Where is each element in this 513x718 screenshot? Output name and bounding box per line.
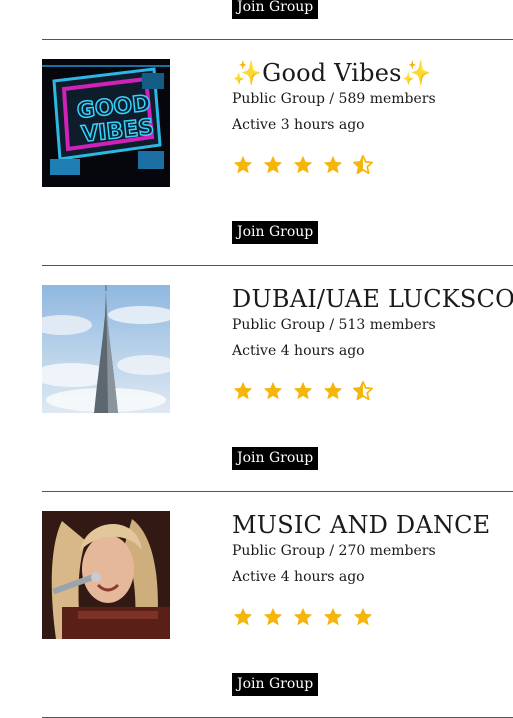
star-full-icon — [323, 381, 343, 400]
group-meta: Public Group / 589 members — [232, 91, 436, 107]
rating-stars — [232, 606, 374, 628]
join-group-button[interactable]: Join Group — [232, 447, 319, 470]
rating-stars — [232, 154, 374, 176]
join-group-button[interactable]: Join Group — [232, 673, 319, 696]
star-half-icon — [353, 381, 373, 401]
group-title[interactable]: ✨Good Vibes✨ — [232, 58, 513, 88]
star-full-icon — [353, 607, 373, 626]
group-title[interactable]: MUSIC AND DANCE — [232, 510, 513, 540]
group-last-active: Active 4 hours ago — [232, 343, 365, 359]
star-full-icon — [323, 607, 343, 626]
join-group-button[interactable]: Join Group — [232, 0, 319, 19]
star-full-icon — [263, 381, 283, 400]
star-full-icon — [293, 155, 313, 174]
group-last-active: Active 4 hours ago — [232, 569, 365, 585]
group-meta: Public Group / 513 members — [232, 317, 436, 333]
star-full-icon — [233, 381, 253, 400]
group-card: GOOD VIBES ✨Good Vibes✨ Public Group / 5… — [0, 40, 513, 266]
star-full-icon — [293, 607, 313, 626]
star-full-icon — [263, 607, 283, 626]
star-half-icon — [353, 155, 373, 175]
star-full-icon — [263, 155, 283, 174]
group-card: MUSIC AND DANCE Public Group / 270 membe… — [0, 492, 513, 718]
group-meta: Public Group / 270 members — [232, 543, 436, 559]
star-full-icon — [233, 155, 253, 174]
group-title[interactable]: DUBAI/UAE LUCKSCOU — [232, 284, 513, 314]
star-full-icon — [323, 155, 343, 174]
group-card: DUBAI/UAE LUCKSCOU Public Group / 513 me… — [0, 266, 513, 492]
group-last-active: Active 3 hours ago — [232, 117, 365, 133]
rating-stars — [232, 380, 374, 402]
join-group-button[interactable]: Join Group — [232, 221, 319, 244]
group-avatar[interactable] — [42, 511, 170, 639]
star-full-icon — [293, 381, 313, 400]
group-avatar[interactable] — [42, 285, 170, 413]
group-avatar[interactable]: GOOD VIBES — [42, 59, 170, 187]
star-full-icon — [233, 607, 253, 626]
